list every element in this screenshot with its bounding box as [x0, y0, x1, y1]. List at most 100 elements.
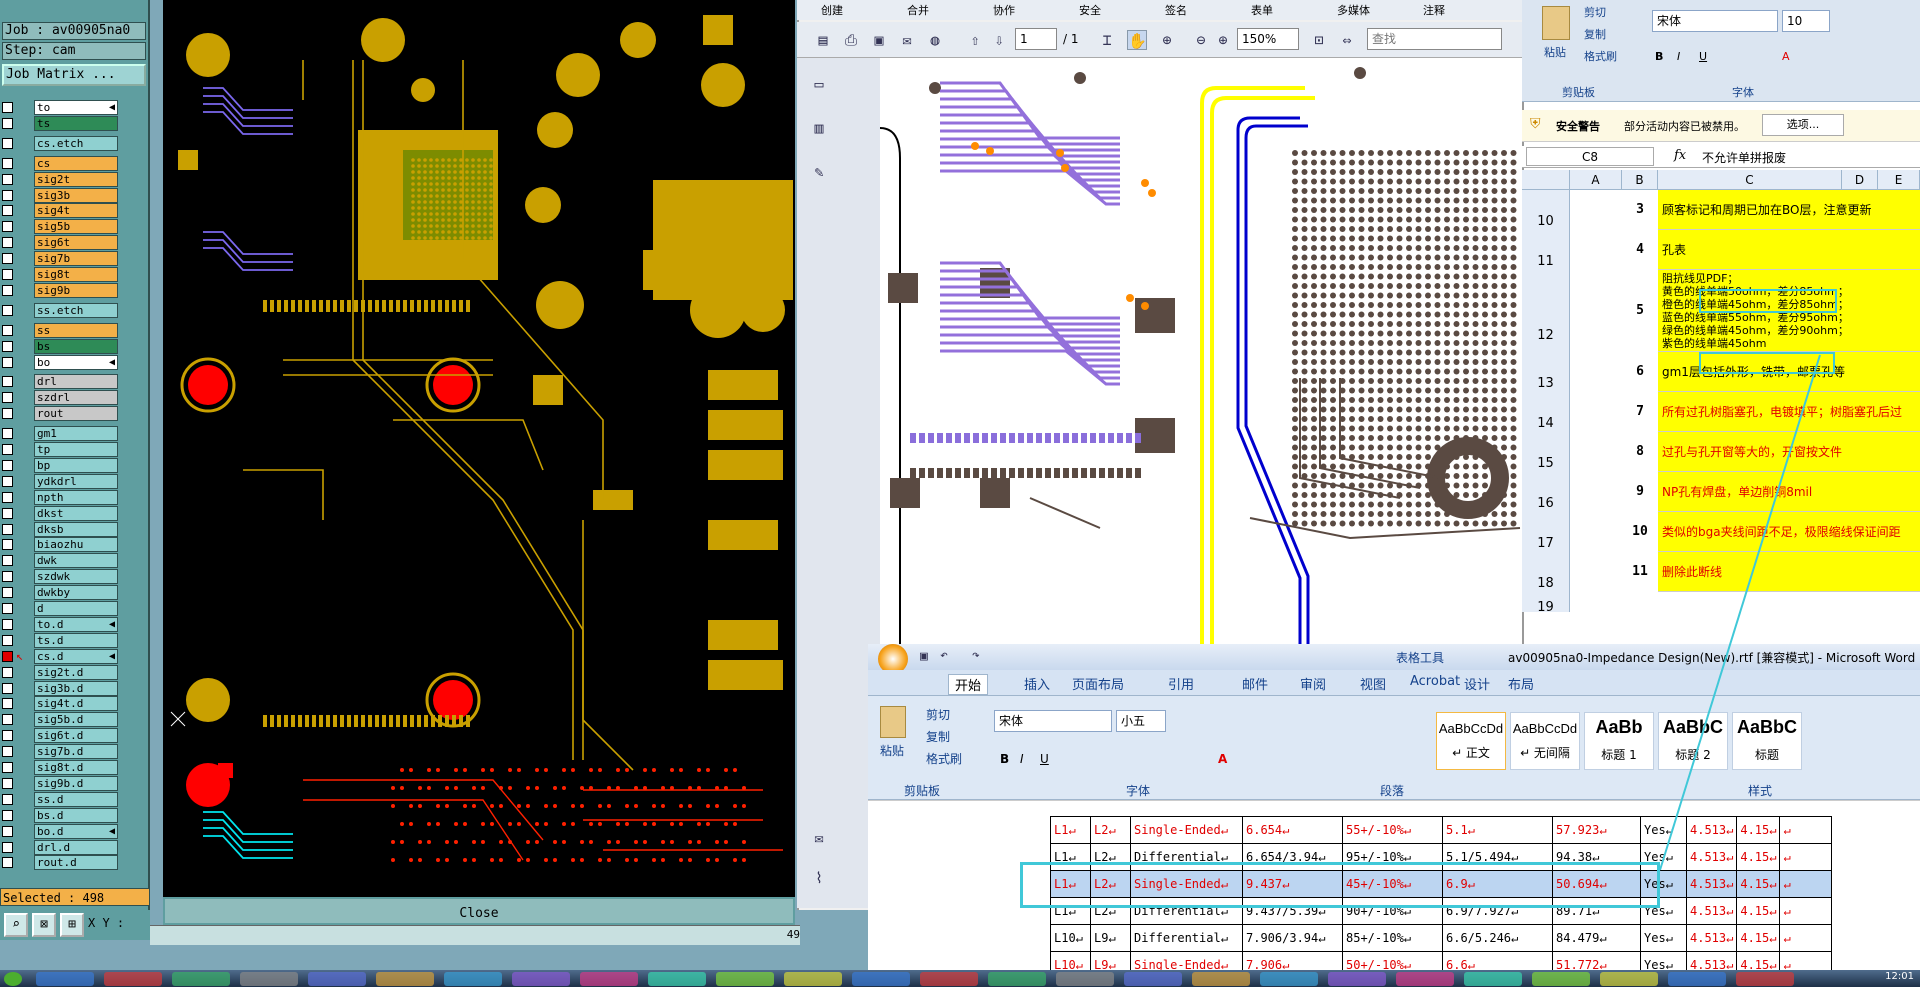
- zoom-tool-icon[interactable]: ⌕: [4, 913, 28, 937]
- layer-row-cs-d[interactable]: ↖ cs.d ◀: [2, 648, 118, 664]
- row-number[interactable]: 12: [1522, 270, 1570, 352]
- layer-row-ydkdrl[interactable]: ydkdrl: [2, 473, 118, 489]
- row-number[interactable]: 11: [1522, 230, 1570, 270]
- layer-row-d[interactable]: d: [2, 601, 118, 616]
- taskbar-app-button[interactable]: [104, 972, 162, 986]
- row-number[interactable]: 17: [1522, 512, 1570, 552]
- layer-checkbox[interactable]: [2, 102, 13, 113]
- table-cell[interactable]: 6.654↵: [1242, 816, 1343, 844]
- layer-checkbox[interactable]: [2, 269, 13, 280]
- layer-name[interactable]: bp: [34, 457, 118, 473]
- ribbon-tab[interactable]: 开始: [948, 674, 989, 695]
- layer-checkbox[interactable]: [2, 587, 13, 599]
- layer-name[interactable]: sig4t.d: [34, 696, 118, 712]
- layer-checkbox[interactable]: [2, 682, 13, 694]
- paste-label[interactable]: 粘贴: [880, 742, 904, 759]
- table-cell[interactable]: L2↵: [1090, 816, 1131, 844]
- layer-row-rout[interactable]: rout: [2, 406, 118, 422]
- reader-menu-item[interactable]: 合并: [907, 2, 929, 18]
- layer-checkbox[interactable]: [2, 698, 13, 710]
- layer-row-ss[interactable]: ss: [2, 322, 118, 338]
- layer-name[interactable]: bs.d: [34, 807, 118, 823]
- ribbon-tab[interactable]: 插入: [1024, 674, 1050, 693]
- copy-button[interactable]: 复制: [1584, 26, 1606, 42]
- hand-tool-icon[interactable]: ✋: [1127, 30, 1147, 50]
- layer-name[interactable]: sig7b: [34, 251, 118, 267]
- layer-checkbox[interactable]: [2, 475, 13, 487]
- layer-checkbox[interactable]: [2, 571, 13, 583]
- layer-row-dwk[interactable]: dwk: [2, 553, 118, 569]
- layer-checkbox[interactable]: [2, 539, 13, 551]
- layer-row-dwkby[interactable]: dwkby: [2, 585, 118, 601]
- layer-name[interactable]: d: [34, 601, 118, 616]
- layer-name[interactable]: dksb: [34, 521, 118, 537]
- layer-checkbox[interactable]: [2, 237, 13, 249]
- layer-checkbox[interactable]: [2, 825, 13, 837]
- layer-row-sig3b-d[interactable]: sig3b.d: [2, 680, 118, 696]
- layer-name[interactable]: ts: [34, 115, 118, 131]
- table-cell[interactable]: L1↵: [1050, 816, 1091, 844]
- layer-checkbox[interactable]: [2, 428, 13, 440]
- layer-name[interactable]: sig4t: [34, 203, 118, 219]
- layer-checkbox[interactable]: [2, 189, 13, 201]
- ribbon-tab[interactable]: Acrobat: [1410, 674, 1460, 689]
- layer-row-szdwk[interactable]: szdwk: [2, 569, 118, 585]
- layer-name[interactable]: bo.d ◀: [34, 823, 118, 839]
- layer-name[interactable]: drl: [34, 374, 118, 390]
- fit-width-icon[interactable]: ⇔: [1337, 30, 1357, 50]
- pcb-graphics-canvas[interactable]: [163, 0, 795, 897]
- layer-name[interactable]: sig5b: [34, 219, 118, 235]
- column-header-a[interactable]: A: [1570, 170, 1622, 190]
- table-cell[interactable]: ↵: [1779, 897, 1833, 925]
- taskbar-app-button[interactable]: [852, 972, 910, 986]
- layer-row-to-d[interactable]: to.d ◀: [2, 616, 118, 632]
- layer-name[interactable]: sig6t.d: [34, 728, 118, 744]
- print-icon[interactable]: ⎙: [841, 30, 861, 50]
- grid-tool-icon[interactable]: ⊞: [60, 913, 84, 937]
- bookmarks-icon[interactable]: ▥: [809, 118, 829, 138]
- layer-row-dksb[interactable]: dksb: [2, 521, 118, 537]
- layer-name[interactable]: gm1: [34, 426, 118, 442]
- layer-checkbox[interactable]: [2, 714, 13, 726]
- layer-checkbox[interactable]: [2, 137, 13, 149]
- table-cell[interactable]: L10↵: [1050, 924, 1091, 952]
- taskbar-app-button[interactable]: [1532, 972, 1590, 986]
- taskbar-app-button[interactable]: [1464, 972, 1522, 986]
- table-cell[interactable]: 4.15↵: [1736, 924, 1781, 952]
- table-cell[interactable]: Differential↵: [1130, 924, 1243, 952]
- reader-menu-item[interactable]: 创建: [821, 2, 843, 18]
- italic-button[interactable]: I: [1677, 50, 1680, 63]
- row-number[interactable]: 19: [1522, 592, 1570, 615]
- layer-checkbox[interactable]: [2, 173, 13, 185]
- layer-row-gm1[interactable]: gm1: [2, 426, 118, 442]
- table-cell[interactable]: 4.513↵: [1685, 924, 1738, 952]
- layer-row-tp[interactable]: tp: [2, 442, 118, 457]
- zoom-in-icon[interactable]: ⊕: [1213, 30, 1233, 50]
- layer-row-sig9b[interactable]: sig9b: [2, 282, 118, 298]
- taskbar-app-button[interactable]: [1736, 972, 1794, 986]
- taskbar-app-button[interactable]: [1328, 972, 1386, 986]
- layer-row-sig5b-d[interactable]: sig5b.d: [2, 712, 118, 728]
- layer-checkbox[interactable]: [2, 376, 13, 388]
- page-number-input[interactable]: 1: [1015, 28, 1057, 50]
- table-cell[interactable]: 4.513↵: [1685, 897, 1738, 925]
- layer-name[interactable]: ss.etch: [34, 302, 118, 318]
- layer-checkbox[interactable]: [2, 491, 13, 503]
- undo-icon[interactable]: ↶: [940, 648, 948, 663]
- layer-row-ss-etch[interactable]: ss.etch: [2, 302, 118, 318]
- layer-checkbox[interactable]: [2, 340, 13, 352]
- layer-checkbox[interactable]: [2, 408, 13, 420]
- taskbar-app-button[interactable]: [308, 972, 366, 986]
- reader-menu-item[interactable]: 多媒体: [1337, 2, 1370, 18]
- layer-row-bs[interactable]: bs: [2, 338, 118, 354]
- copy-button[interactable]: 复制: [926, 728, 950, 745]
- zoom-out-icon[interactable]: ⊖: [1191, 30, 1211, 50]
- measure-tool-icon[interactable]: ⊠: [32, 913, 56, 937]
- layer-name[interactable]: sig5b.d: [34, 712, 118, 728]
- font-color-button[interactable]: A: [1782, 50, 1790, 63]
- layer-name[interactable]: dkst: [34, 505, 118, 521]
- layer-name[interactable]: rout: [34, 406, 118, 422]
- layer-checkbox[interactable]: [2, 284, 13, 296]
- underline-button[interactable]: U: [1040, 752, 1049, 766]
- ribbon-tab[interactable]: 视图: [1360, 674, 1386, 693]
